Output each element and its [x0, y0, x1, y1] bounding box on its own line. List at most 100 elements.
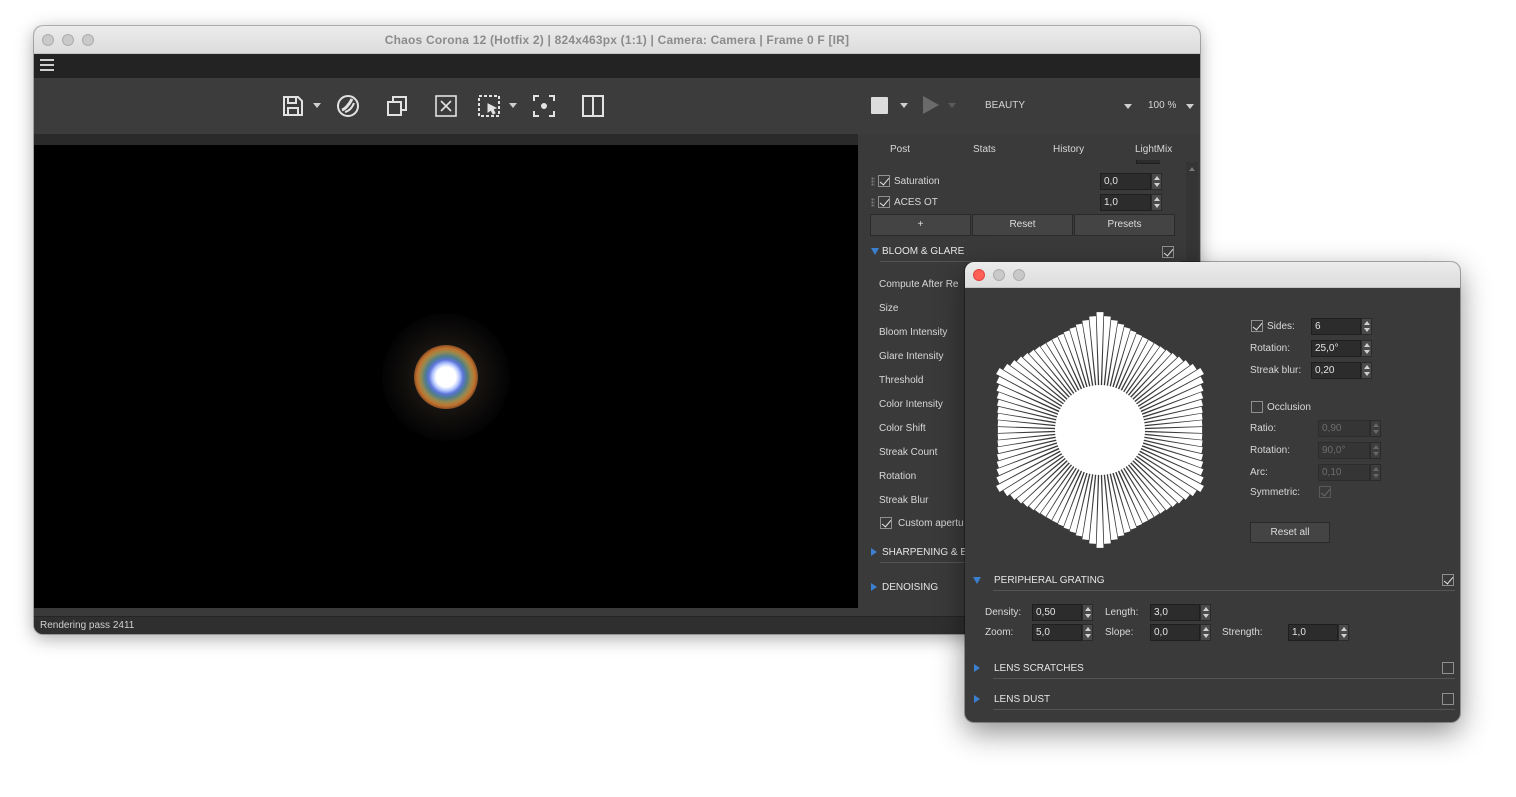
- close-button[interactable]: [973, 269, 985, 281]
- aperture-spoke: [1140, 427, 1203, 433]
- expand-triangle-icon[interactable]: [871, 583, 877, 591]
- render-pass-select[interactable]: BEAUTY: [984, 98, 1134, 114]
- main-titlebar[interactable]: Chaos Corona 12 (Hotfix 2) | 824x463px (…: [34, 26, 1200, 54]
- stepper-icon[interactable]: [1361, 340, 1372, 357]
- zoom-label: Zoom:: [985, 627, 1014, 638]
- stepper-icon[interactable]: [1200, 624, 1211, 641]
- occlusion-checkbox[interactable]: [1251, 401, 1263, 413]
- collapse-triangle-icon[interactable]: [973, 577, 981, 584]
- expand-triangle-icon[interactable]: [974, 664, 980, 672]
- add-operator-button[interactable]: +: [870, 214, 971, 236]
- expand-triangle-icon[interactable]: [871, 548, 877, 556]
- region-dropdown-icon[interactable]: [509, 103, 517, 108]
- tab-history[interactable]: History: [1053, 144, 1084, 155]
- save-icon[interactable]: [278, 92, 308, 120]
- tab-lightmix[interactable]: LightMix: [1135, 144, 1172, 155]
- reset-button[interactable]: Reset: [972, 214, 1073, 236]
- param-label: Compute After Re: [879, 279, 959, 290]
- length-input[interactable]: 3,0: [1150, 604, 1211, 621]
- streak-blur-value: 0,20: [1315, 365, 1335, 376]
- render-image[interactable]: [34, 145, 858, 608]
- slope-label: Slope:: [1105, 627, 1134, 638]
- ratio-label: Ratio:: [1250, 423, 1277, 434]
- render-icon[interactable]: [923, 96, 939, 114]
- sharpening-header[interactable]: SHARPENING & B: [882, 547, 967, 558]
- stepper-icon: [1370, 420, 1381, 437]
- denoising-header[interactable]: DENOISING: [882, 582, 938, 593]
- clear-icon[interactable]: [431, 92, 461, 120]
- scroll-up-icon[interactable]: [1189, 167, 1195, 171]
- aces-checkbox[interactable]: [878, 196, 890, 208]
- zoom-select[interactable]: 100 %: [1148, 98, 1198, 114]
- stepper-icon[interactable]: [1151, 194, 1162, 211]
- saturation-checkbox[interactable]: [878, 175, 890, 187]
- sides-value: 6: [1315, 321, 1321, 332]
- save-dropdown-icon[interactable]: [313, 103, 321, 108]
- stepper-icon[interactable]: [1338, 624, 1349, 641]
- strength-input[interactable]: 1,0: [1288, 624, 1349, 641]
- stepper-icon[interactable]: [1361, 318, 1372, 335]
- stop-dropdown-icon[interactable]: [900, 103, 908, 108]
- strength-label: Strength:: [1222, 627, 1263, 638]
- saturation-input[interactable]: 0,0: [1100, 173, 1162, 190]
- length-value: 3,0: [1154, 607, 1168, 618]
- occlusion-rotation-value: 90,0°: [1322, 445, 1346, 456]
- stepper-icon[interactable]: [1151, 173, 1162, 190]
- focus-icon[interactable]: [529, 92, 559, 120]
- operator-label: Saturation: [894, 176, 940, 187]
- stepper-icon[interactable]: [1082, 604, 1093, 621]
- menu-bar: [34, 54, 1200, 78]
- drag-handle-icon[interactable]: [871, 177, 875, 186]
- peripheral-grating-header[interactable]: PERIPHERAL GRATING: [994, 575, 1105, 586]
- drag-handle-icon[interactable]: [871, 198, 875, 207]
- light-glow-halo: [414, 345, 478, 409]
- peripheral-grating-enable-checkbox[interactable]: [1442, 574, 1454, 586]
- stepper-icon[interactable]: [1200, 604, 1211, 621]
- aces-input[interactable]: 1,0: [1100, 194, 1162, 211]
- density-input[interactable]: 0,50: [1032, 604, 1093, 621]
- arc-value: 0,10: [1322, 467, 1342, 478]
- aperture-center-disc: [1055, 385, 1145, 475]
- lens-dust-header[interactable]: LENS DUST: [994, 694, 1050, 705]
- streak-blur-input[interactable]: 0,20: [1311, 362, 1372, 379]
- render-viewport[interactable]: [34, 134, 858, 608]
- compare-icon[interactable]: [578, 92, 608, 120]
- lens-scratches-header[interactable]: LENS SCRATCHES: [994, 663, 1084, 674]
- hamburger-menu-icon[interactable]: [40, 59, 54, 72]
- tab-stats[interactable]: Stats: [973, 144, 996, 155]
- corona-icon[interactable]: [333, 92, 363, 120]
- bloom-glare-enable-checkbox[interactable]: [1162, 246, 1174, 258]
- collapse-triangle-icon[interactable]: [871, 248, 879, 255]
- minimize-button[interactable]: [993, 269, 1005, 281]
- bloom-glare-header[interactable]: BLOOM & GLARE: [882, 246, 964, 257]
- stop-icon[interactable]: [871, 97, 888, 114]
- param-label: Streak Count: [879, 447, 938, 458]
- tab-post[interactable]: Post: [890, 144, 910, 155]
- expand-triangle-icon[interactable]: [974, 695, 980, 703]
- rotation-input[interactable]: 25,0°: [1311, 340, 1372, 357]
- occlusion-rotation-input: 90,0°: [1318, 442, 1381, 459]
- zoom-value: 5,0: [1036, 627, 1050, 638]
- stepper-icon[interactable]: [1361, 362, 1372, 379]
- operator-label: ACES OT: [894, 197, 938, 208]
- param-label: Bloom Intensity: [879, 327, 948, 338]
- sides-input[interactable]: 6: [1311, 318, 1372, 335]
- zoom-input[interactable]: 5,0: [1032, 624, 1093, 641]
- maximize-button[interactable]: [1013, 269, 1025, 281]
- sides-checkbox[interactable]: [1251, 320, 1263, 332]
- slope-input[interactable]: 0,0: [1150, 624, 1211, 641]
- ratio-input: 0,90: [1318, 420, 1381, 437]
- occlusion-label: Occlusion: [1267, 402, 1311, 413]
- stepper-icon[interactable]: [1082, 624, 1093, 641]
- reset-all-button[interactable]: Reset all: [1250, 522, 1330, 543]
- presets-button[interactable]: Presets: [1074, 214, 1175, 236]
- rotation-label: Rotation:: [1250, 343, 1291, 354]
- lens-scratches-enable-checkbox[interactable]: [1442, 662, 1454, 674]
- render-dropdown-icon: [948, 103, 956, 108]
- region-select-icon[interactable]: [474, 92, 504, 120]
- custom-aperture-checkbox[interactable]: [880, 517, 892, 529]
- dialog-titlebar[interactable]: [965, 262, 1460, 288]
- status-text: Rendering pass 2411: [40, 620, 135, 631]
- lens-dust-enable-checkbox[interactable]: [1442, 693, 1454, 705]
- copy-region-icon[interactable]: [382, 92, 412, 120]
